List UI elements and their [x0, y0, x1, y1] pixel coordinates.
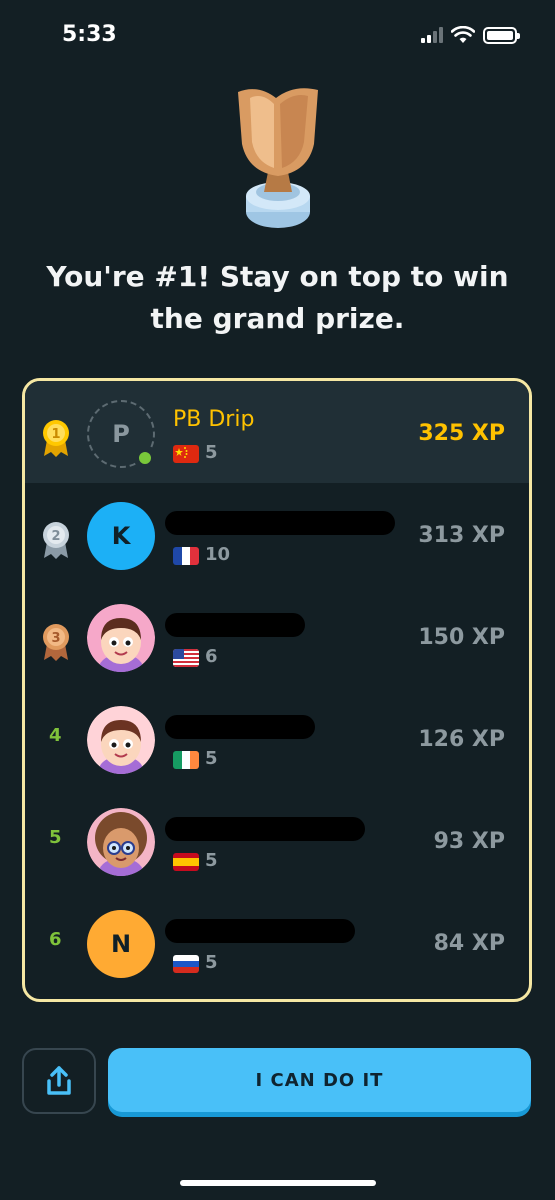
- xp-value: 325 XP: [418, 421, 505, 446]
- share-icon: [47, 1066, 71, 1095]
- streak-count: 5: [205, 442, 218, 463]
- redacted-name: [165, 715, 315, 739]
- leaderboard-row[interactable]: 3 6 150 XP: [25, 585, 529, 687]
- redacted-name: [165, 919, 355, 943]
- rank-number: 4: [49, 725, 62, 746]
- bronze-trophy-icon: [238, 88, 318, 228]
- rank-number: 5: [49, 827, 62, 848]
- avatar[interactable]: N: [87, 910, 155, 978]
- character-avatar[interactable]: [87, 808, 155, 876]
- character-avatar[interactable]: [87, 706, 155, 774]
- battery-icon: [483, 26, 520, 44]
- rank-number: 6: [49, 929, 62, 950]
- status-bar: 5:33: [0, 0, 555, 70]
- bronze-medal-icon: 3: [43, 624, 69, 661]
- streak-count: 10: [205, 544, 231, 565]
- home-indicator: [180, 1180, 376, 1186]
- redacted-name: [165, 613, 305, 637]
- leaderboard-row[interactable]: 4 5 126 XP: [25, 687, 529, 789]
- status-icons: [421, 26, 520, 44]
- share-button[interactable]: [22, 1048, 96, 1114]
- user-name: PB Drip: [173, 407, 255, 432]
- france-flag-icon: [173, 547, 199, 565]
- china-flag-icon: [173, 445, 199, 463]
- rank-number: 2: [51, 529, 60, 544]
- streak-count: 5: [205, 748, 218, 769]
- headline: You're #1! Stay on top to win the grand …: [46, 260, 509, 335]
- wifi-icon: [451, 26, 475, 43]
- xp-value: 313 XP: [418, 523, 505, 548]
- online-status-dot: [136, 449, 154, 467]
- streak-count: 5: [205, 952, 218, 973]
- xp-value: 93 XP: [433, 829, 505, 854]
- rank-number: 1: [51, 427, 60, 442]
- character-avatar[interactable]: [87, 604, 155, 672]
- avatar[interactable]: K: [87, 502, 155, 570]
- gold-medal-icon: 1: [43, 420, 69, 457]
- redacted-name: [165, 511, 395, 535]
- rank-number: 3: [51, 631, 60, 646]
- leaderboard-card: 1 P PB Drip 5 325 XP 2 K 10 313 XP 3 6 1…: [22, 378, 532, 1002]
- redacted-name: [165, 817, 365, 841]
- russia-flag-icon: [173, 955, 199, 973]
- spain-flag-icon: [173, 853, 199, 871]
- usa-flag-icon: [173, 649, 199, 667]
- xp-value: 126 XP: [418, 727, 505, 752]
- leaderboard-row-you[interactable]: 1 P PB Drip 5 325 XP: [25, 381, 529, 483]
- cellular-signal-icon: [421, 27, 443, 43]
- silver-medal-icon: 2: [43, 522, 69, 559]
- xp-value: 150 XP: [418, 625, 505, 650]
- xp-value: 84 XP: [433, 931, 505, 956]
- leaderboard-row[interactable]: 2 K 10 313 XP: [25, 483, 529, 585]
- leaderboard-row[interactable]: 5 5 93 XP: [25, 789, 529, 891]
- streak-count: 6: [205, 646, 218, 667]
- leaderboard-row[interactable]: 6 N 5 84 XP: [25, 891, 529, 993]
- streak-count: 5: [205, 850, 218, 871]
- ireland-flag-icon: [173, 751, 199, 769]
- league-screen: 5:33 You're #1! Stay on top to win the g…: [0, 0, 555, 1200]
- i-can-do-it-button[interactable]: I CAN DO IT: [108, 1048, 531, 1112]
- status-time: 5:33: [62, 22, 117, 47]
